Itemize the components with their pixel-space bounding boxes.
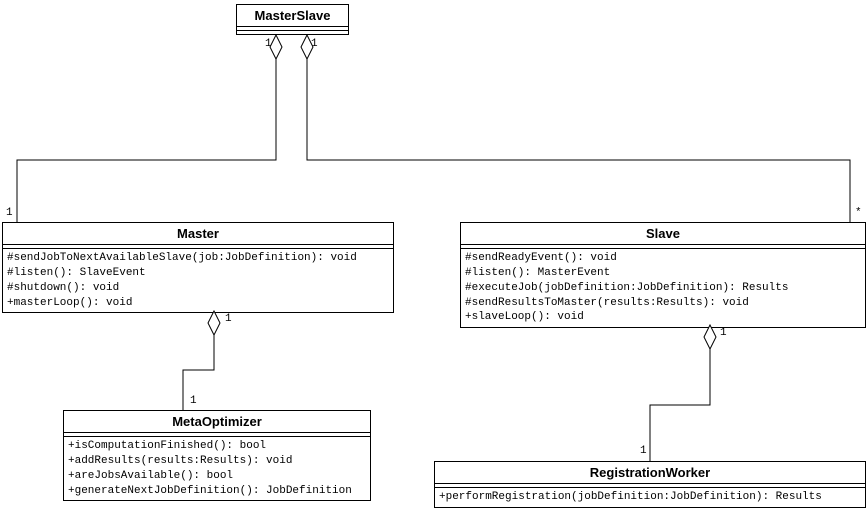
operation: +performRegistration(jobDefinition:JobDe… xyxy=(439,490,861,505)
operation: #listen(): MasterEvent xyxy=(465,266,861,281)
operation: #sendResultsToMaster(results:Results): v… xyxy=(465,296,861,311)
relationship-line xyxy=(650,349,710,461)
op-section: +isComputationFinished(): bool +addResul… xyxy=(64,437,370,500)
class-registrationworker: RegistrationWorker +performRegistration(… xyxy=(434,461,866,508)
op-section: #sendJobToNextAvailableSlave(job:JobDefi… xyxy=(3,249,393,312)
relationship-line xyxy=(307,59,850,222)
operation: +isComputationFinished(): bool xyxy=(68,439,366,454)
relationship-line xyxy=(183,335,214,410)
class-master: Master #sendJobToNextAvailableSlave(job:… xyxy=(2,222,394,313)
operation: #sendJobToNextAvailableSlave(job:JobDefi… xyxy=(7,251,389,266)
multiplicity: 1 xyxy=(190,395,197,407)
op-section: #sendReadyEvent(): void #listen(): Maste… xyxy=(461,249,865,327)
multiplicity: 1 xyxy=(265,38,272,50)
operation: #listen(): SlaveEvent xyxy=(7,266,389,281)
multiplicity: * xyxy=(855,207,862,219)
operation: #executeJob(jobDefinition:JobDefinition)… xyxy=(465,281,861,296)
class-masterslave: MasterSlave xyxy=(236,4,349,35)
multiplicity: 1 xyxy=(6,207,13,219)
class-name: MasterSlave xyxy=(237,5,348,27)
operation: +addResults(results:Results): void xyxy=(68,454,366,469)
relationship-line xyxy=(17,59,276,222)
operation: +areJobsAvailable(): bool xyxy=(68,469,366,484)
aggregation-diamond xyxy=(208,311,220,335)
multiplicity: 1 xyxy=(640,445,647,457)
class-name: MetaOptimizer xyxy=(64,411,370,433)
op-section xyxy=(237,31,348,34)
multiplicity: 1 xyxy=(225,313,232,325)
class-name: Slave xyxy=(461,223,865,245)
operation: #shutdown(): void xyxy=(7,281,389,296)
class-name: RegistrationWorker xyxy=(435,462,865,484)
multiplicity: 1 xyxy=(311,38,318,50)
operation: +generateNextJobDefinition(): JobDefinit… xyxy=(68,484,366,499)
op-section: +performRegistration(jobDefinition:JobDe… xyxy=(435,488,865,507)
multiplicity: 1 xyxy=(720,327,727,339)
operation: +slaveLoop(): void xyxy=(465,310,861,325)
operation: +masterLoop(): void xyxy=(7,296,389,311)
class-slave: Slave #sendReadyEvent(): void #listen():… xyxy=(460,222,866,328)
aggregation-diamond xyxy=(704,325,716,349)
operation: #sendReadyEvent(): void xyxy=(465,251,861,266)
class-name: Master xyxy=(3,223,393,245)
class-metaoptimizer: MetaOptimizer +isComputationFinished(): … xyxy=(63,410,371,501)
